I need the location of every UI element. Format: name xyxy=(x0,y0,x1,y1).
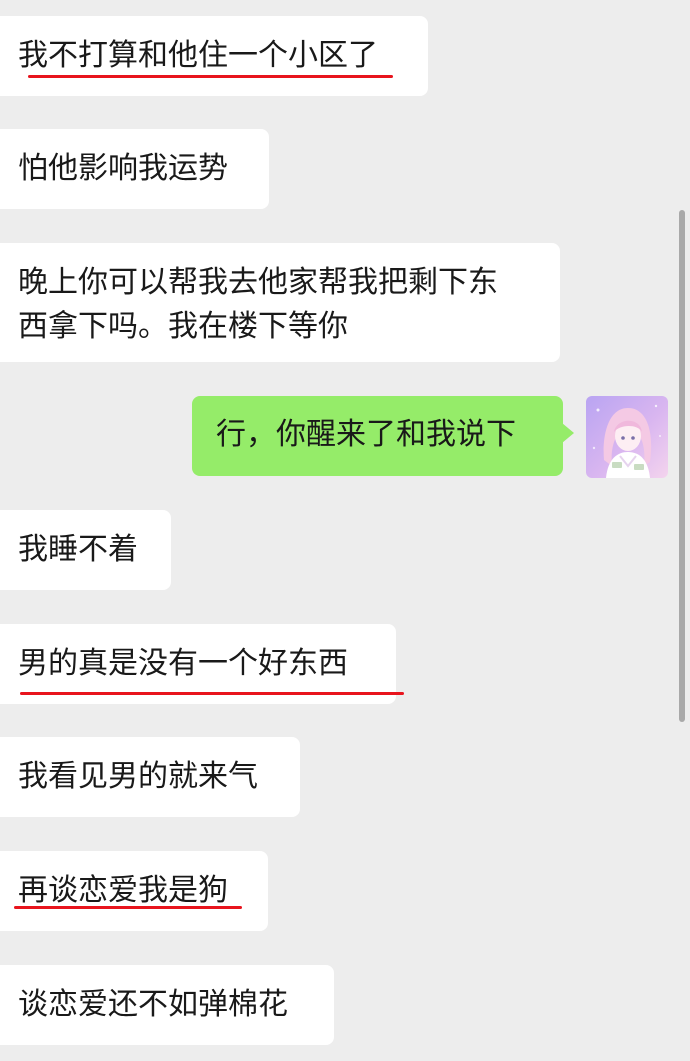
message-text: 怕他影响我运势 xyxy=(18,151,228,186)
red-underline-annotation xyxy=(14,906,242,909)
anime-girl-avatar-icon[interactable] xyxy=(586,396,668,478)
scrollbar[interactable] xyxy=(679,210,685,722)
message-text: 我不打算和他住一个小区了 xyxy=(18,38,378,73)
red-underline-annotation xyxy=(28,75,393,78)
message-text: 我睡不着 xyxy=(18,532,138,567)
incoming-message-bubble[interactable]: 我不打算和他住一个小区了 xyxy=(0,16,428,96)
red-underline-annotation xyxy=(20,692,404,695)
outgoing-message-bubble[interactable]: 行，你醒来了和我说下 xyxy=(192,396,574,476)
message-text: 男的真是没有一个好东西 xyxy=(18,646,348,681)
message-text: 行，你醒来了和我说下 xyxy=(216,417,516,452)
chat-message-list[interactable]: 我不打算和他住一个小区了 怕他影响我运势 晚上你可以帮我去他家帮我把剩下东 西拿… xyxy=(0,0,690,1061)
incoming-message-bubble[interactable]: 我看见男的就来气 xyxy=(0,737,300,817)
incoming-message-bubble[interactable]: 我睡不着 xyxy=(0,510,171,590)
message-text: 我看见男的就来气 xyxy=(18,759,258,794)
message-text-line: 西拿下吗。我在楼下等你 xyxy=(18,309,348,344)
incoming-message-bubble[interactable]: 再谈恋爱我是狗 xyxy=(0,851,268,931)
message-text: 再谈恋爱我是狗 xyxy=(18,873,228,908)
incoming-message-bubble[interactable]: 谈恋爱还不如弹棉花 xyxy=(0,965,334,1045)
message-text-line: 晚上你可以帮我去他家帮我把剩下东 xyxy=(18,265,498,300)
message-text: 谈恋爱还不如弹棉花 xyxy=(18,987,288,1022)
incoming-message-bubble[interactable]: 晚上你可以帮我去他家帮我把剩下东 西拿下吗。我在楼下等你 xyxy=(0,243,560,362)
incoming-message-bubble[interactable]: 怕他影响我运势 xyxy=(0,129,269,209)
